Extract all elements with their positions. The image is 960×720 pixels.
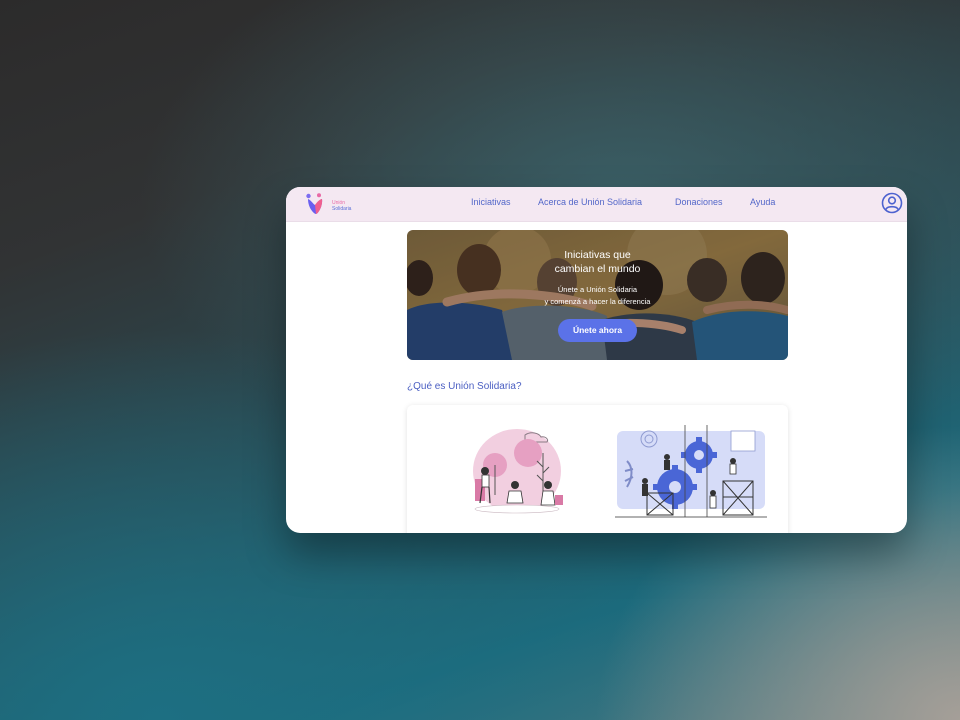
about-card — [407, 405, 788, 533]
join-now-button[interactable]: Únete ahora — [558, 319, 637, 342]
hero-subtitle-line-2: y comenzá a hacer la diferencia — [544, 297, 651, 306]
gears-illustration — [615, 425, 767, 518]
hero-banner: Iniciativas que cambian el mundo Únete a… — [407, 230, 788, 360]
nav-ayuda[interactable]: Ayuda — [750, 197, 775, 207]
hero-subtitle: Únete a Unión Solidaria y comenzá a hace… — [407, 284, 788, 308]
hero-subtitle-line-1: Únete a Unión Solidaria — [557, 285, 638, 294]
hero-title-line-2: cambian el mundo — [554, 263, 641, 275]
browser-window: Unión Solidaria Iniciativas Acerca de Un… — [286, 187, 907, 533]
brand-logo-icon — [306, 193, 323, 214]
nav-iniciativas[interactable]: Iniciativas — [471, 197, 511, 207]
hero-title: Iniciativas que cambian el mundo — [407, 248, 788, 276]
nav-acerca[interactable]: Acerca de Unión Solidaria — [538, 197, 642, 207]
planting-illustration — [473, 429, 563, 514]
top-navbar: Unión Solidaria Iniciativas Acerca de Un… — [286, 187, 907, 222]
user-circle-icon[interactable] — [881, 192, 903, 214]
about-section-title: ¿Qué es Unión Solidaria? — [407, 381, 522, 392]
brand-line-2: Solidaria — [332, 206, 352, 212]
hero-title-line-1: Iniciativas que — [564, 249, 631, 261]
brand-wordmark: Unión Solidaria — [332, 200, 362, 212]
nav-donaciones[interactable]: Donaciones — [675, 197, 723, 207]
brand-logo[interactable]: Unión Solidaria — [305, 192, 361, 216]
